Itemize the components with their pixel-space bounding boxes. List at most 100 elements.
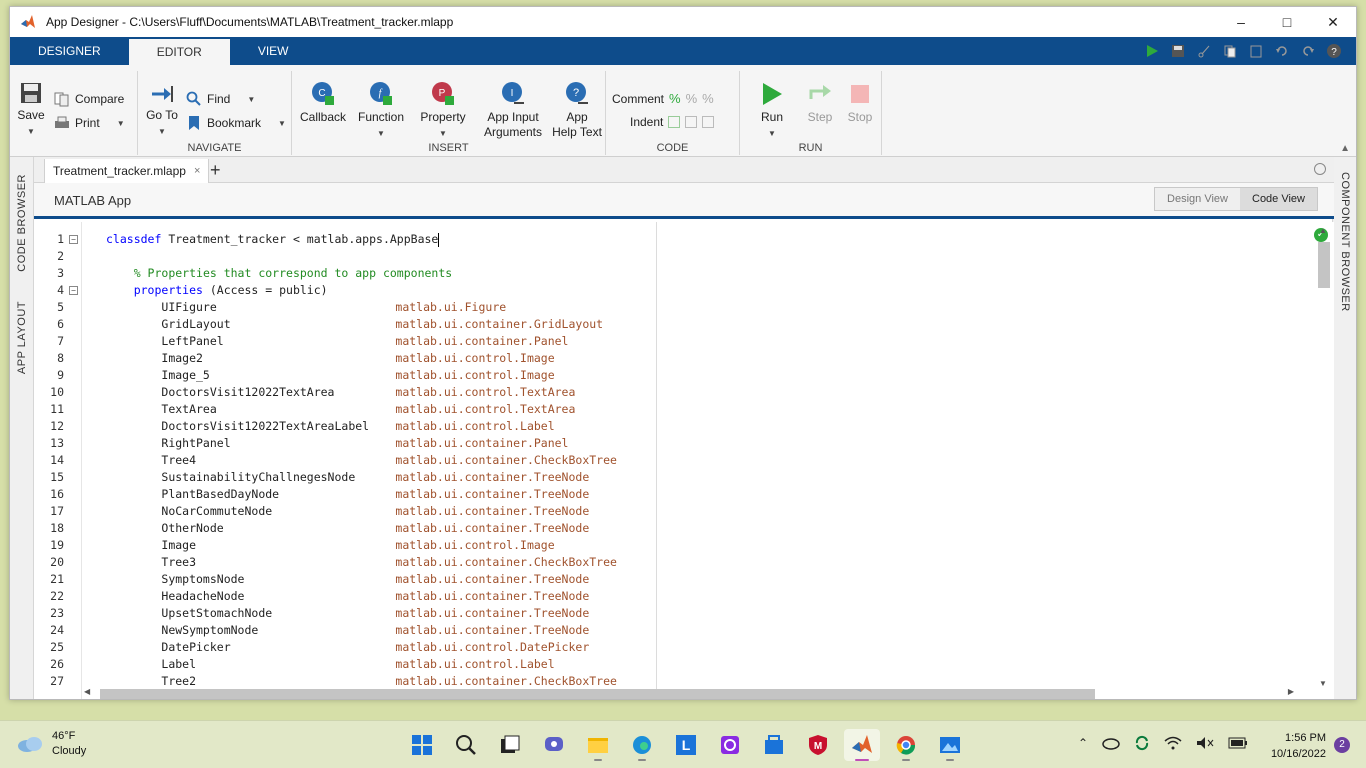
fold-toggle-icon[interactable]: − — [69, 235, 78, 244]
find-button[interactable]: Find ▼ — [186, 91, 255, 107]
step-button[interactable]: Step — [802, 81, 838, 125]
app-layout-tab[interactable]: APP LAYOUT — [10, 293, 34, 383]
tab-editor[interactable]: EDITOR — [128, 39, 230, 65]
code-line[interactable]: 7 LeftPanel matlab.ui.container.Panel — [34, 333, 1294, 350]
indent-button[interactable]: Indent — [630, 115, 715, 129]
clock[interactable]: 1:56 PM 10/16/2022 — [1271, 730, 1326, 762]
wifi-icon[interactable] — [1164, 736, 1182, 750]
maximize-button[interactable]: □ — [1264, 7, 1310, 37]
code-line[interactable]: 23 UpsetStomachNode matlab.ui.container.T… — [34, 605, 1294, 622]
sync-icon[interactable] — [1134, 735, 1150, 751]
code-browser-tab[interactable]: CODE BROWSER — [10, 163, 34, 283]
scroll-up-icon[interactable]: ▲ — [1319, 226, 1327, 235]
paste-quick-icon[interactable] — [1246, 41, 1266, 61]
stop-button[interactable]: Stop — [842, 81, 878, 125]
app-l-button[interactable]: L — [668, 729, 704, 761]
code-line[interactable]: 10 DoctorsVisit12022TextArea matlab.ui.co… — [34, 384, 1294, 401]
document-menu-icon[interactable] — [1314, 163, 1326, 175]
component-browser-tab[interactable]: COMPONENT BROWSER — [1333, 167, 1356, 317]
code-line[interactable]: 14 Tree4 matlab.ui.container.CheckBoxTree — [34, 452, 1294, 469]
code-line[interactable]: 22 HeadacheNode matlab.ui.container.TreeN… — [34, 588, 1294, 605]
code-line[interactable]: 9 Image_5 matlab.ui.control.Image — [34, 367, 1294, 384]
code-line[interactable]: 13 RightPanel matlab.ui.container.Panel — [34, 435, 1294, 452]
property-button[interactable]: P Property ▼ — [416, 81, 470, 139]
tab-designer[interactable]: DESIGNER — [10, 37, 129, 65]
file-explorer-button[interactable] — [580, 729, 616, 761]
minimize-button[interactable]: – — [1218, 7, 1264, 37]
task-view-button[interactable] — [492, 729, 528, 761]
search-button[interactable] — [448, 729, 484, 761]
code-editor[interactable]: 1− classdef Treatment_tracker < matlab.ap… — [34, 222, 1334, 699]
code-line[interactable]: 1− classdef Treatment_tracker < matlab.ap… — [34, 231, 1294, 248]
battery-icon[interactable] — [1228, 737, 1248, 749]
start-button[interactable] — [404, 729, 440, 761]
compare-button[interactable]: Compare — [54, 91, 124, 107]
photos-button[interactable] — [932, 729, 968, 761]
matlab-logo-icon — [18, 12, 38, 32]
matlab-button[interactable] — [844, 729, 880, 761]
code-line[interactable]: 5 UIFigure matlab.ui.Figure — [34, 299, 1294, 316]
cut-quick-icon[interactable] — [1194, 41, 1214, 61]
app-help-text-button[interactable]: ? App Help Text — [552, 81, 602, 140]
bookmark-button[interactable]: Bookmark ▼ — [186, 115, 286, 131]
function-button[interactable]: f Function ▼ — [356, 81, 406, 139]
run-button[interactable]: Run ▼ — [754, 81, 790, 139]
app-purple-button[interactable] — [712, 729, 748, 761]
vertical-scroll-thumb[interactable] — [1318, 242, 1330, 288]
close-icon[interactable]: × — [194, 165, 200, 177]
goto-button[interactable]: Go To ▼ — [144, 83, 180, 137]
code-line[interactable]: 19 Image matlab.ui.control.Image — [34, 537, 1294, 554]
code-line[interactable]: 25 DatePicker matlab.ui.control.DatePicke… — [34, 639, 1294, 656]
add-tab-button[interactable]: + — [210, 160, 221, 181]
chevron-up-icon[interactable]: ⌃ — [1078, 736, 1088, 750]
chrome-button[interactable] — [888, 729, 924, 761]
redo-quick-icon[interactable] — [1298, 41, 1318, 61]
code-line[interactable]: 17 NoCarCommuteNode matlab.ui.container.T… — [34, 503, 1294, 520]
code-line[interactable]: 3 % Properties that correspond to app co… — [34, 265, 1294, 282]
design-view-button[interactable]: Design View — [1155, 188, 1240, 210]
callback-button[interactable]: C Callback — [298, 81, 348, 125]
scroll-left-icon[interactable]: ◀ — [84, 687, 90, 696]
run-quick-icon[interactable] — [1142, 41, 1162, 61]
store-button[interactable] — [756, 729, 792, 761]
vertical-scrollbar[interactable]: ▲ ▼ — [1316, 226, 1330, 688]
edge-button[interactable] — [624, 729, 660, 761]
code-line[interactable]: 16 PlantBasedDayNode matlab.ui.container.… — [34, 486, 1294, 503]
code-line[interactable]: 21 SymptomsNode matlab.ui.container.TreeN… — [34, 571, 1294, 588]
horizontal-scroll-thumb[interactable] — [100, 689, 1095, 699]
volume-muted-icon[interactable] — [1196, 736, 1214, 750]
code-line[interactable]: 20 Tree3 matlab.ui.container.CheckBoxTree — [34, 554, 1294, 571]
code-line[interactable]: 11 TextArea matlab.ui.control.TextArea — [34, 401, 1294, 418]
doc-tab-treatment-tracker[interactable]: Treatment_tracker.mlapp × — [44, 159, 210, 183]
fold-toggle-icon[interactable]: − — [69, 286, 78, 295]
help-quick-icon[interactable]: ? — [1324, 41, 1344, 61]
undo-quick-icon[interactable] — [1272, 41, 1292, 61]
save-button[interactable]: Save ▼ — [16, 81, 46, 137]
code-line[interactable]: 15 SustainabilityChallnegesNode matlab.ui… — [34, 469, 1294, 486]
weather-widget[interactable]: 46°F Cloudy — [16, 729, 86, 759]
code-line[interactable]: 6 GridLayout matlab.ui.container.GridLayo… — [34, 316, 1294, 333]
print-button[interactable]: Print ▼ — [54, 115, 125, 131]
code-line[interactable]: 12 DoctorsVisit12022TextAreaLabel matlab.… — [34, 418, 1294, 435]
onedrive-cloud-icon[interactable] — [1102, 736, 1120, 750]
collapse-ribbon-icon[interactable]: ▲ — [1340, 143, 1350, 154]
close-button[interactable]: ✕ — [1310, 7, 1356, 37]
code-line[interactable]: 2 — [34, 248, 1294, 265]
horizontal-scrollbar[interactable]: ◀ ▶ — [84, 686, 1294, 699]
notification-badge[interactable]: 2 — [1334, 737, 1350, 753]
code-line[interactable]: 8 Image2 matlab.ui.control.Image — [34, 350, 1294, 367]
chat-button[interactable] — [536, 729, 572, 761]
scroll-down-icon[interactable]: ▼ — [1319, 679, 1327, 688]
mcafee-button[interactable]: M — [800, 729, 836, 761]
comment-button[interactable]: Comment % % % — [612, 91, 714, 106]
code-line[interactable]: 24 NewSymptomNode matlab.ui.container.Tre… — [34, 622, 1294, 639]
code-view-button[interactable]: Code View — [1240, 188, 1317, 210]
code-line[interactable]: 26 Label matlab.ui.control.Label — [34, 656, 1294, 673]
app-input-arguments-button[interactable]: I App Input Arguments — [478, 81, 548, 140]
tab-view[interactable]: VIEW — [230, 37, 317, 65]
code-line[interactable]: 18 OtherNode matlab.ui.container.TreeNode — [34, 520, 1294, 537]
code-line[interactable]: 4− properties (Access = public) — [34, 282, 1294, 299]
scroll-right-icon[interactable]: ▶ — [1288, 687, 1294, 696]
copy-quick-icon[interactable] — [1220, 41, 1240, 61]
save-quick-icon[interactable] — [1168, 41, 1188, 61]
